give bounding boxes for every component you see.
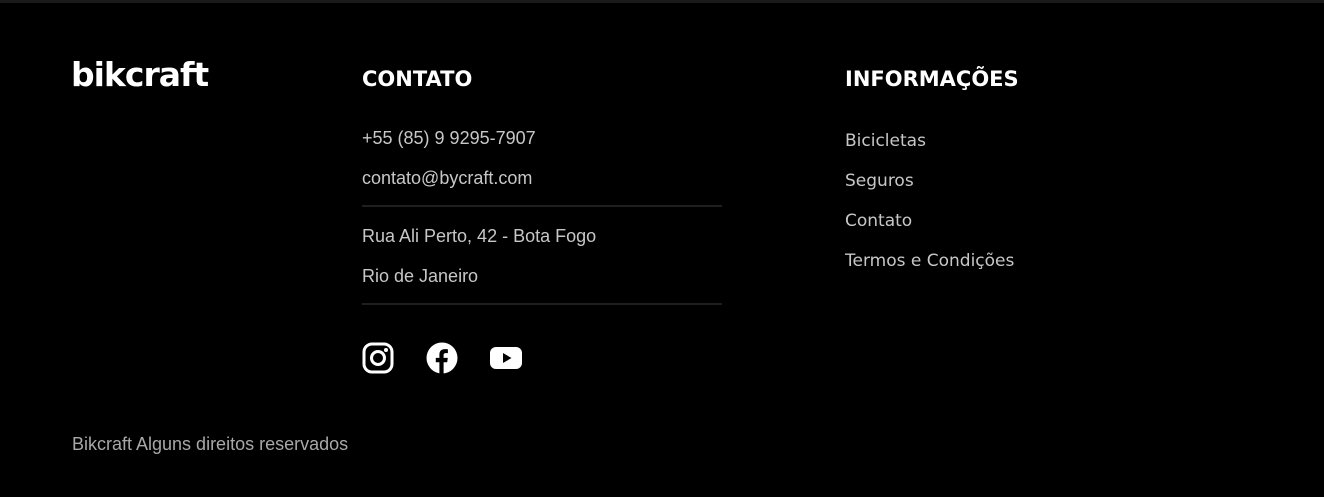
link-seguros[interactable]: Seguros <box>845 168 914 194</box>
phone-number[interactable]: +55 (85) 9 9295-7907 <box>362 128 722 148</box>
divider <box>362 205 722 207</box>
link-termos[interactable]: Termos e Condições <box>845 248 1014 274</box>
list-item: Seguros <box>845 168 1014 208</box>
divider <box>362 303 722 305</box>
copyright-text: Bikcraft Alguns direitos reservados <box>72 434 349 454</box>
list-item: Contato <box>845 208 1014 248</box>
logo-link[interactable]: bikcraft <box>71 58 209 91</box>
informacoes-heading: INFORMAÇÕES <box>845 67 1019 91</box>
social-links <box>362 342 522 374</box>
facebook-icon[interactable] <box>426 342 458 374</box>
instagram-icon[interactable] <box>362 342 394 374</box>
site-footer: bikcraft CONTATO +55 (85) 9 9295-7907 co… <box>0 0 1324 497</box>
link-contato[interactable]: Contato <box>845 208 912 234</box>
youtube-icon[interactable] <box>490 342 522 374</box>
address-line-2: Rio de Janeiro <box>362 266 479 286</box>
list-item: Bicicletas <box>845 128 1014 168</box>
link-bicicletas[interactable]: Bicicletas <box>845 128 926 154</box>
address-line-1: Rua Ali Perto, 42 - Bota Fogo <box>362 226 597 246</box>
email-address[interactable]: contato@bycraft.com <box>362 168 722 188</box>
contato-heading: CONTATO <box>362 67 473 91</box>
informacoes-links: Bicicletas Seguros Contato Termos e Cond… <box>845 128 1014 288</box>
list-item: Termos e Condições <box>845 248 1014 288</box>
contact-list: +55 (85) 9 9295-7907 contato@bycraft.com… <box>362 128 722 324</box>
